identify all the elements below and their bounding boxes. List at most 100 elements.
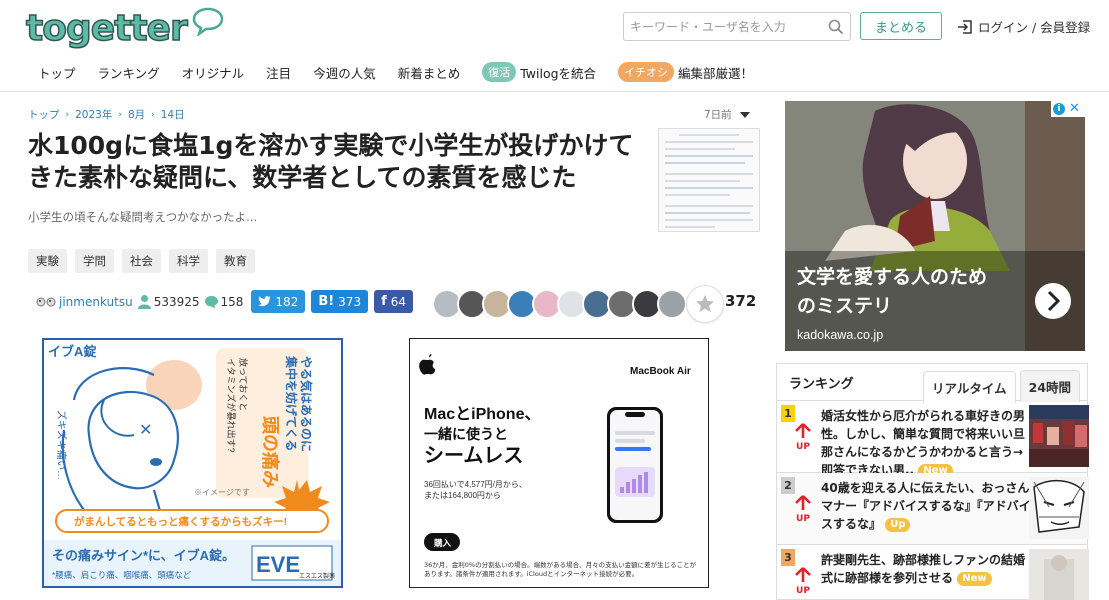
favorite-star-button[interactable]	[686, 285, 724, 323]
breadcrumb-day[interactable]: 14日	[161, 107, 185, 122]
eve-side-text: ズキズキ痛い…	[55, 410, 68, 480]
article-thumbnail[interactable]	[658, 128, 760, 232]
rank-up-indicator: UP	[792, 495, 814, 524]
search-icon[interactable]	[828, 19, 844, 35]
site-header: togetter まとめる ログイン / 会員登録 トップ ランキング オリジナ…	[0, 0, 1109, 92]
tag-item[interactable]: 科学	[169, 249, 208, 273]
favorite-users	[432, 285, 724, 323]
tag-item[interactable]: 実験	[28, 249, 67, 273]
nav-item-top[interactable]: トップ	[38, 63, 76, 82]
nav-item-ranking[interactable]: ランキング	[98, 63, 160, 82]
mac-headline-3: シームレス	[424, 445, 523, 467]
article-title: 水100gに食塩1gを溶かす実験で小学生が投げかけてきた素朴な疑問に、数学者とし…	[28, 131, 634, 192]
ranking-item[interactable]: 3 UP 許斐剛先生、跡部様推しファンの結婚式に跡部様を参列させる New	[777, 545, 1089, 600]
hatena-bookmark-button[interactable]: B! 373	[311, 290, 369, 313]
nav-item-original[interactable]: オリジナル	[182, 63, 245, 82]
login-icon	[958, 19, 972, 34]
editor-pick-label: 編集部厳選！	[678, 65, 754, 81]
login-label: ログイン / 会員登録	[978, 20, 1091, 35]
nav-item-featured[interactable]: 注目	[266, 63, 291, 82]
tag-list: 実験 学問 社会 科学 教育	[28, 249, 255, 273]
rank-item-text: 40歳を迎える人に伝えたい、おっさんマナー『アドバイスするな』『アドバイスするな…	[821, 481, 1031, 531]
tab-24h[interactable]: 24時間	[1019, 370, 1081, 402]
eve-vertical-4: 集中を妨げてくる	[284, 355, 299, 451]
rank-up-indicator: UP	[792, 423, 814, 452]
ad-kadokawa-banner[interactable]: 文学を愛する人のため のミステリ kadokawa.co.jp i ✕	[785, 101, 1085, 351]
eve-vertical-3: やる気はあるのに	[299, 356, 314, 452]
rank-item-title: 婚活女性から厄介がられる車好きの男性。しかし、簡単な質問で将来いい旦那さんになる…	[821, 407, 1031, 479]
eve-footnote: *腰痛、肩こり痛、咽喉痛、頭痛など	[52, 570, 192, 580]
togetter-logo[interactable]: togetter	[25, 6, 225, 50]
new-badge: New	[957, 571, 992, 586]
ad-macbook-banner[interactable]: MacBook Air MacとiPhone、 一緒に使うと シームレス 36回…	[409, 338, 709, 588]
mac-ad-artwork: MacBook Air MacとiPhone、 一緒に使うと シームレス 36回…	[410, 339, 708, 587]
revival-badge: 復活	[482, 62, 517, 82]
rank-item-text: 許斐剛先生、跡部様推しファンの結婚式に跡部様を参列させる	[821, 553, 1026, 585]
twitter-count: 182	[275, 294, 299, 309]
rank-item-title: 40歳を迎える人に伝えたい、おっさんマナー『アドバイスするな』『アドバイスするな…	[821, 479, 1031, 533]
rank-number: 2	[781, 477, 795, 494]
tab-realtime[interactable]: リアルタイム	[923, 371, 1016, 403]
facebook-count: 64	[390, 294, 407, 309]
logo-text: togetter	[25, 7, 188, 50]
hatena-count: 373	[338, 294, 362, 309]
facebook-f-icon: f	[381, 294, 387, 309]
breadcrumb-year[interactable]: 2023年	[75, 107, 112, 122]
ranking-tabs: リアルタイム 24時間	[923, 370, 1081, 403]
breadcrumb-month[interactable]: 8月	[128, 107, 145, 122]
nav-item-weekly-popular[interactable]: 今週の人気	[313, 63, 376, 82]
up-badge: Up	[885, 517, 911, 532]
mac-buy-button[interactable]: 購入	[433, 538, 452, 548]
avatar[interactable]	[657, 289, 687, 319]
article-subtitle: 小学生の頃そんな疑問考えつかなかったよ...	[28, 210, 258, 224]
nav-item-twilog[interactable]: 復活 Twilogを統合	[482, 62, 596, 82]
tag-item[interactable]: 教育	[216, 249, 255, 273]
mac-product: MacBook Air	[630, 366, 691, 377]
nav-item-new[interactable]: 新着まとめ	[398, 63, 461, 82]
ad-close-icon[interactable]: ✕	[1068, 102, 1081, 116]
hatena-b-icon: B!	[318, 294, 335, 309]
view-count: 533925	[137, 294, 200, 309]
article-stats: jinmenkutsu 533925 158 182 B! 373 f 64	[36, 290, 419, 313]
side-ad-domain: kadokawa.co.jp	[797, 328, 883, 342]
arrow-up-icon	[795, 423, 811, 438]
tag-item[interactable]: 社会	[122, 249, 161, 273]
twitter-share-button[interactable]: 182	[251, 290, 306, 313]
rank-number: 1	[781, 405, 795, 422]
person-icon	[137, 295, 151, 309]
breadcrumb-top[interactable]: トップ	[28, 107, 60, 122]
rank-up-label: UP	[796, 586, 810, 596]
kadokawa-ad-artwork: 文学を愛する人のため のミステリ kadokawa.co.jp	[785, 101, 1085, 351]
eve-warning: がまんしてるともっと痛くするからもズキー!	[74, 515, 287, 528]
chevron-right-icon: ›	[65, 109, 70, 120]
ad-choices-icon[interactable]: i	[1053, 103, 1065, 115]
posted-time[interactable]: 7日前	[704, 107, 750, 122]
eve-maker: エスエス製薬	[299, 572, 335, 580]
rank-item-thumbnail	[1029, 477, 1089, 539]
favorite-count: 372	[725, 292, 757, 310]
mac-price-1: 36回払いで4,577円/月から、	[424, 479, 527, 489]
svg-text:✕: ✕	[139, 420, 152, 439]
editor-pick-badge: イチオシ	[618, 62, 675, 82]
ranking-title: ランキング	[789, 377, 854, 392]
search-box	[623, 12, 851, 41]
ranking-header: ランキング リアルタイム 24時間	[777, 364, 1087, 403]
ranking-item[interactable]: 2 UP 40歳を迎える人に伝えたい、おっさんマナー『アドバイスするな』『アドバ…	[777, 473, 1089, 545]
ranking-item[interactable]: 1 UP 婚活女性から厄介がられる車好きの男性。しかし、簡単な質問で将来いい旦那…	[777, 401, 1089, 478]
eve-brand: イブA錠	[48, 344, 97, 359]
eve-product: EVE	[256, 552, 300, 577]
login-link[interactable]: ログイン / 会員登録	[957, 17, 1090, 36]
breadcrumb: トップ › 2023年 › 8月 › 14日	[28, 107, 185, 122]
matome-button[interactable]: まとめる	[860, 12, 942, 40]
mac-price-2: または164,800円から	[424, 491, 501, 500]
author-link[interactable]: jinmenkutsu	[36, 295, 133, 309]
mac-headline-2: 一緒に使うと	[424, 426, 508, 442]
tag-item[interactable]: 学問	[75, 249, 114, 273]
nav-item-editor-pick[interactable]: イチオシ 編集部厳選！	[618, 62, 753, 82]
arrow-up-icon	[795, 567, 811, 582]
ad-eve-banner[interactable]: ✕ イブA錠 ズキズキ痛い… 放っておくと イタミンズが暴れ出す? やる気はある…	[42, 338, 343, 588]
facebook-share-button[interactable]: f 64	[374, 290, 414, 313]
search-input[interactable]	[630, 19, 828, 34]
comment-count[interactable]: 158	[204, 295, 243, 309]
eve-note: ※イメージです	[194, 488, 250, 497]
